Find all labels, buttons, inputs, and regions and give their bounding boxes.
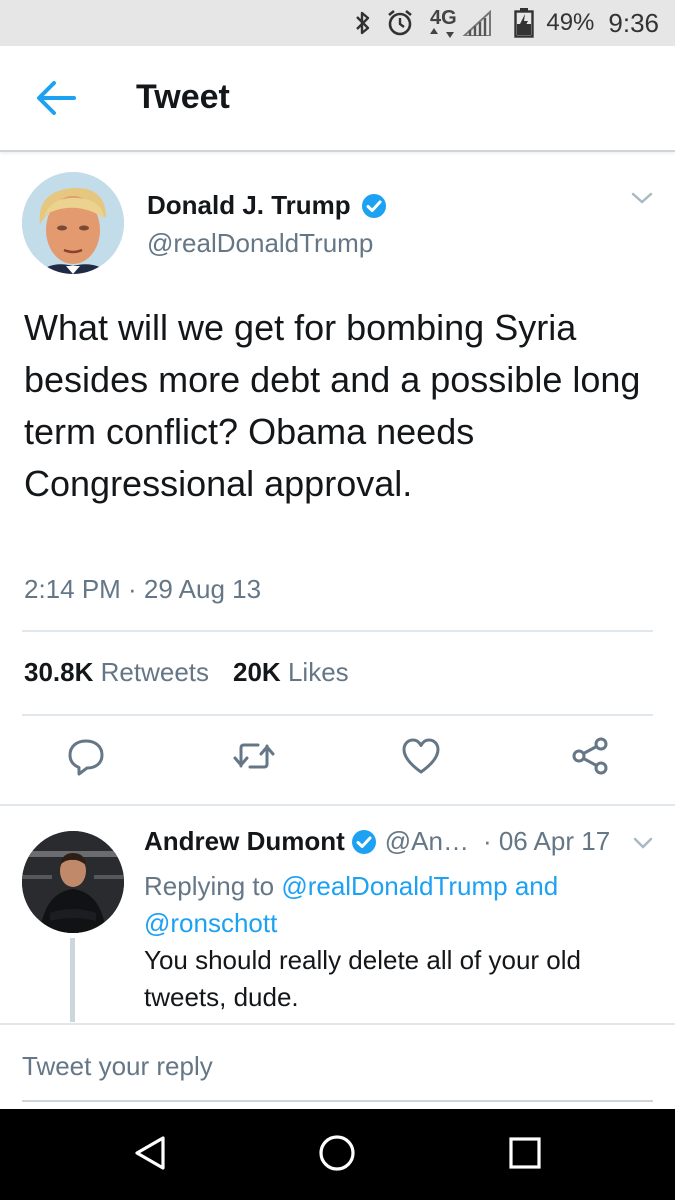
like-button[interactable]	[399, 736, 443, 780]
nav-home-button[interactable]	[313, 1131, 361, 1179]
reply-author-name[interactable]: Andrew Dumont	[144, 826, 345, 857]
input-underline	[22, 1100, 653, 1102]
mention-link[interactable]: @ronschott	[144, 908, 277, 938]
reply-menu-button[interactable]	[632, 836, 654, 855]
reply-date[interactable]: · 06 Apr 17	[483, 826, 610, 857]
chevron-down-icon	[630, 192, 654, 210]
mention-link[interactable]: @realDonaldTrump	[281, 871, 507, 901]
reply-author-avatar[interactable]	[22, 831, 124, 933]
thread-connector	[70, 938, 75, 1022]
status-bar: 4G 49% 9:36	[0, 0, 675, 46]
nav-back-button[interactable]	[126, 1131, 174, 1179]
reply-text: You should really delete all of your old…	[144, 945, 581, 1012]
tweet-timestamp[interactable]: 2:14 PM · 29 Aug 13	[24, 574, 261, 605]
bluetooth-icon	[354, 10, 372, 36]
clock: 9:36	[608, 7, 659, 38]
reply-header: Andrew Dumont @An… · 06 Apr 17	[144, 826, 610, 857]
divider	[22, 714, 653, 716]
back-button[interactable]	[34, 78, 78, 122]
like-icon	[401, 737, 441, 780]
nav-home-icon	[317, 1133, 357, 1178]
nav-recents-button[interactable]	[501, 1131, 549, 1179]
page-title: Tweet	[136, 78, 230, 116]
network-type: 4G	[428, 8, 458, 38]
battery-icon	[514, 8, 535, 38]
reply-author-handle[interactable]: @An…	[385, 826, 469, 857]
tweet-menu-button[interactable]	[630, 190, 654, 211]
author-avatar[interactable]	[22, 172, 124, 274]
author-handle[interactable]: @realDonaldTrump	[147, 228, 373, 259]
tweet-text: What will we get for bombing Syria besid…	[24, 307, 641, 504]
share-icon	[570, 736, 610, 781]
tweet-stats: 30.8K Retweets 20K Likes	[24, 657, 349, 688]
compose-bar: Tweet your reply	[0, 1023, 675, 1109]
reply-button[interactable]	[64, 736, 108, 780]
like-stat[interactable]: 20K Likes	[233, 657, 349, 688]
mention-and[interactable]: and	[515, 871, 558, 901]
chevron-down-icon	[632, 837, 654, 854]
retweet-button[interactable]	[232, 736, 276, 780]
battery-percent: 49%	[546, 9, 595, 36]
verified-badge-icon	[351, 829, 377, 855]
reply-icon	[66, 736, 106, 781]
divider	[22, 630, 653, 632]
share-button[interactable]	[568, 736, 612, 780]
back-arrow-icon	[36, 80, 76, 121]
signal-icon	[462, 10, 492, 36]
divider	[0, 804, 675, 806]
system-nav-bar	[0, 1109, 675, 1200]
reply-input[interactable]: Tweet your reply	[22, 1051, 653, 1082]
verified-badge-icon	[361, 193, 387, 219]
replying-to: Replying to @realDonaldTrump and @ronsch…	[144, 871, 559, 938]
nav-recents-icon	[507, 1135, 543, 1176]
author-name[interactable]: Donald J. Trump	[147, 190, 387, 221]
alarm-icon	[386, 9, 414, 37]
retweet-icon	[232, 736, 276, 781]
tweet-actions	[0, 736, 675, 786]
nav-back-icon	[132, 1134, 168, 1177]
retweet-stat[interactable]: 30.8K Retweets	[24, 657, 209, 688]
top-app-bar: Tweet	[0, 46, 675, 152]
